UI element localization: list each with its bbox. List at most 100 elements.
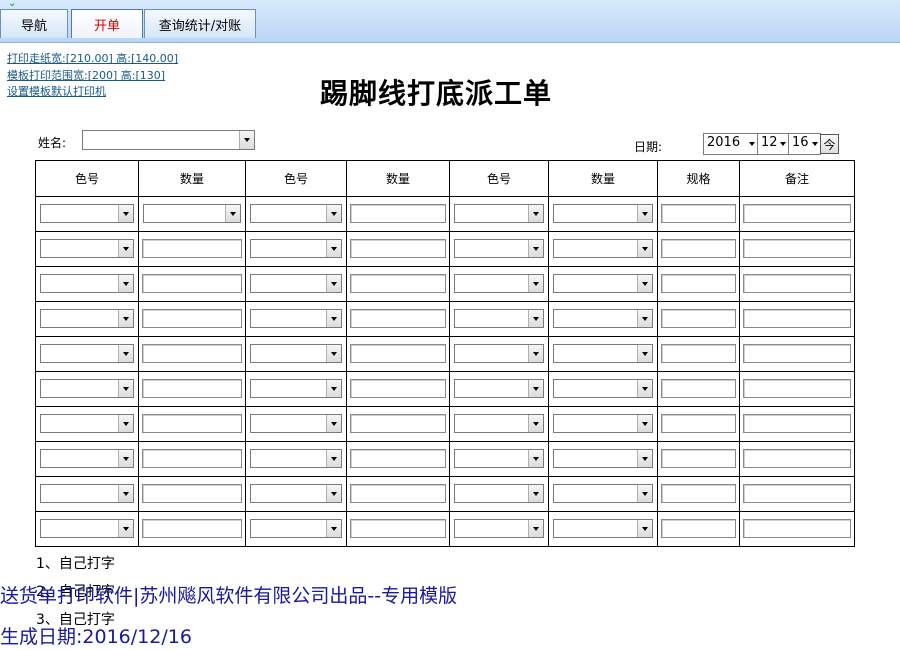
spec-input[interactable] bbox=[661, 344, 736, 363]
color-select[interactable] bbox=[454, 414, 544, 433]
chevron-down-icon[interactable] bbox=[528, 450, 543, 467]
quantity-input[interactable] bbox=[142, 239, 242, 258]
color-select[interactable] bbox=[40, 379, 134, 398]
quantity-input[interactable] bbox=[350, 519, 446, 538]
color-select[interactable] bbox=[553, 484, 653, 503]
quantity-input[interactable] bbox=[350, 484, 446, 503]
spec-input[interactable] bbox=[661, 239, 736, 258]
chevron-down-icon[interactable] bbox=[118, 345, 133, 362]
spec-input[interactable] bbox=[661, 519, 736, 538]
color-select[interactable] bbox=[250, 484, 342, 503]
chevron-down-icon[interactable] bbox=[637, 310, 652, 327]
chevron-down-icon[interactable] bbox=[637, 240, 652, 257]
color-select[interactable] bbox=[250, 239, 342, 258]
quantity-input[interactable] bbox=[350, 309, 446, 328]
chevron-down-icon[interactable] bbox=[326, 415, 341, 432]
chevron-down-icon[interactable] bbox=[326, 450, 341, 467]
chevron-down-icon[interactable] bbox=[326, 345, 341, 362]
chevron-down-icon[interactable] bbox=[118, 450, 133, 467]
chevron-down-icon[interactable] bbox=[528, 415, 543, 432]
chevron-down-icon[interactable] bbox=[118, 275, 133, 292]
chevron-down-icon[interactable] bbox=[326, 240, 341, 257]
chevron-down-icon[interactable] bbox=[239, 131, 254, 149]
remark-input[interactable] bbox=[743, 379, 851, 398]
chevron-down-icon[interactable] bbox=[528, 205, 543, 222]
remark-input[interactable] bbox=[743, 239, 851, 258]
color-select[interactable] bbox=[454, 449, 544, 468]
color-select[interactable] bbox=[553, 519, 653, 538]
chevron-down-icon[interactable] bbox=[637, 380, 652, 397]
default-printer-link[interactable]: 设置模板默认打印机 bbox=[7, 83, 106, 99]
color-select[interactable] bbox=[40, 484, 134, 503]
chevron-down-icon[interactable] bbox=[528, 520, 543, 537]
chevron-down-icon[interactable] bbox=[326, 310, 341, 327]
remark-input[interactable] bbox=[743, 414, 851, 433]
color-select[interactable] bbox=[553, 204, 653, 223]
quantity-input[interactable] bbox=[350, 414, 446, 433]
chevron-down-icon[interactable] bbox=[637, 485, 652, 502]
chevron-down-icon[interactable] bbox=[326, 485, 341, 502]
chevron-down-icon[interactable] bbox=[225, 205, 240, 222]
spec-input[interactable] bbox=[661, 204, 736, 223]
quantity-input[interactable] bbox=[142, 309, 242, 328]
color-select[interactable] bbox=[454, 519, 544, 538]
chevron-down-icon[interactable] bbox=[528, 310, 543, 327]
color-select[interactable] bbox=[40, 309, 134, 328]
remark-input[interactable] bbox=[743, 484, 851, 503]
chevron-down-icon[interactable] bbox=[637, 275, 652, 292]
tab-query-stats[interactable]: 查询统计/对账 bbox=[144, 9, 256, 38]
chevron-down-icon[interactable] bbox=[118, 485, 133, 502]
color-select[interactable] bbox=[250, 274, 342, 293]
paper-size-link[interactable]: 打印走纸宽:[210.00] 高:[140.00] bbox=[7, 50, 178, 66]
chevron-down-icon[interactable] bbox=[746, 134, 757, 154]
quantity-input[interactable] bbox=[142, 449, 242, 468]
chevron-down-icon[interactable] bbox=[118, 240, 133, 257]
quantity-select[interactable] bbox=[143, 204, 241, 223]
quantity-input[interactable] bbox=[142, 484, 242, 503]
color-select[interactable] bbox=[250, 449, 342, 468]
color-select[interactable] bbox=[454, 204, 544, 223]
quantity-input[interactable] bbox=[142, 344, 242, 363]
chevron-down-icon[interactable] bbox=[118, 415, 133, 432]
chevron-down-icon[interactable] bbox=[637, 520, 652, 537]
quantity-input[interactable] bbox=[350, 379, 446, 398]
chevron-down-icon[interactable] bbox=[118, 520, 133, 537]
color-select[interactable] bbox=[250, 414, 342, 433]
quantity-input[interactable] bbox=[350, 449, 446, 468]
chevron-down-icon[interactable] bbox=[637, 415, 652, 432]
quantity-input[interactable] bbox=[350, 204, 446, 223]
color-select[interactable] bbox=[250, 204, 342, 223]
quantity-input[interactable] bbox=[142, 414, 242, 433]
chevron-down-icon[interactable] bbox=[528, 275, 543, 292]
color-select[interactable] bbox=[40, 344, 134, 363]
color-select[interactable] bbox=[553, 239, 653, 258]
quantity-input[interactable] bbox=[350, 274, 446, 293]
chevron-down-icon[interactable] bbox=[118, 310, 133, 327]
tab-open-order[interactable]: 开单 bbox=[71, 9, 143, 38]
month-select[interactable]: 12 bbox=[757, 133, 789, 155]
chevron-down-icon[interactable] bbox=[637, 345, 652, 362]
color-select[interactable] bbox=[454, 344, 544, 363]
chevron-down-icon[interactable] bbox=[326, 275, 341, 292]
template-range-link[interactable]: 模板打印范围宽:[200] 高:[130] bbox=[7, 67, 165, 83]
remark-input[interactable] bbox=[743, 309, 851, 328]
spec-input[interactable] bbox=[661, 484, 736, 503]
spec-input[interactable] bbox=[661, 414, 736, 433]
color-select[interactable] bbox=[553, 414, 653, 433]
quantity-input[interactable] bbox=[350, 239, 446, 258]
remark-input[interactable] bbox=[743, 274, 851, 293]
chevron-down-icon[interactable] bbox=[118, 205, 133, 222]
color-select[interactable] bbox=[40, 239, 134, 258]
chevron-down-icon[interactable] bbox=[637, 450, 652, 467]
collapse-arrow-icon[interactable]: ⌄ bbox=[8, 0, 16, 9]
today-button[interactable]: 今 bbox=[820, 134, 839, 154]
color-select[interactable] bbox=[454, 309, 544, 328]
spec-input[interactable] bbox=[661, 379, 736, 398]
color-select[interactable] bbox=[250, 519, 342, 538]
color-select[interactable] bbox=[553, 379, 653, 398]
color-select[interactable] bbox=[250, 344, 342, 363]
spec-input[interactable] bbox=[661, 449, 736, 468]
color-select[interactable] bbox=[40, 274, 134, 293]
color-select[interactable] bbox=[454, 484, 544, 503]
tab-navigation[interactable]: 导航 bbox=[0, 9, 68, 38]
